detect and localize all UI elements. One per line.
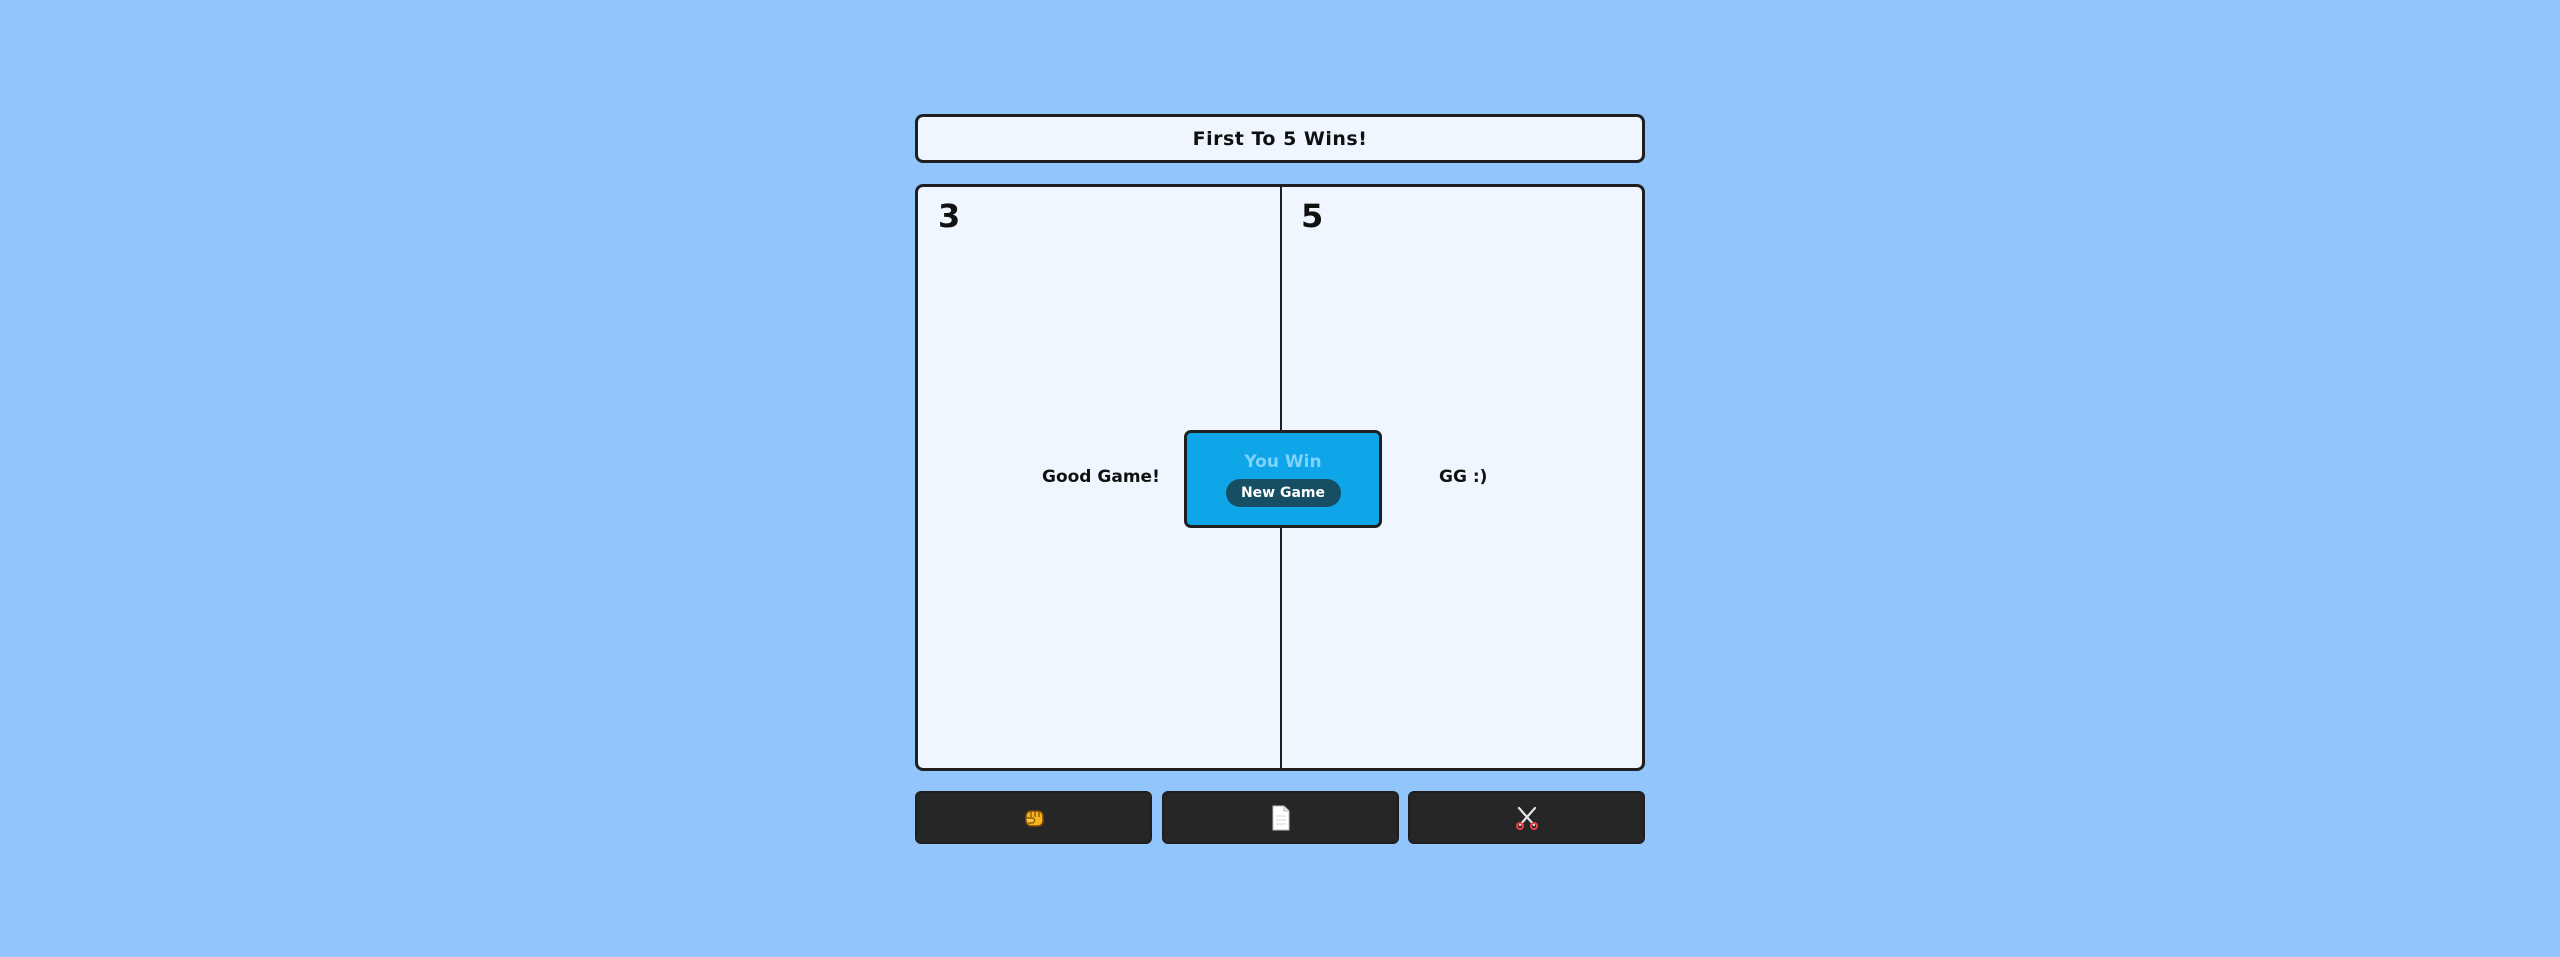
fist-icon [1021,806,1047,830]
computer-message: GG :) [1439,467,1488,487]
scissors-button[interactable] [1408,791,1645,844]
player-score: 3 [938,197,961,235]
page-icon [1271,805,1291,831]
rock-button[interactable] [915,791,1152,844]
game-title: First To 5 Wins! [1192,127,1368,150]
new-game-button[interactable]: New Game [1225,478,1341,507]
game-board: 3 5 Good Game! GG :) You Win New Game [915,184,1645,771]
player-message: Good Game! [1042,467,1160,487]
result-modal: You Win New Game [1184,430,1382,528]
scissors-icon [1514,805,1540,831]
paper-button[interactable] [1162,791,1399,844]
game-title-banner: First To 5 Wins! [915,114,1645,163]
computer-score: 5 [1301,197,1324,235]
result-text: You Win [1244,451,1322,472]
